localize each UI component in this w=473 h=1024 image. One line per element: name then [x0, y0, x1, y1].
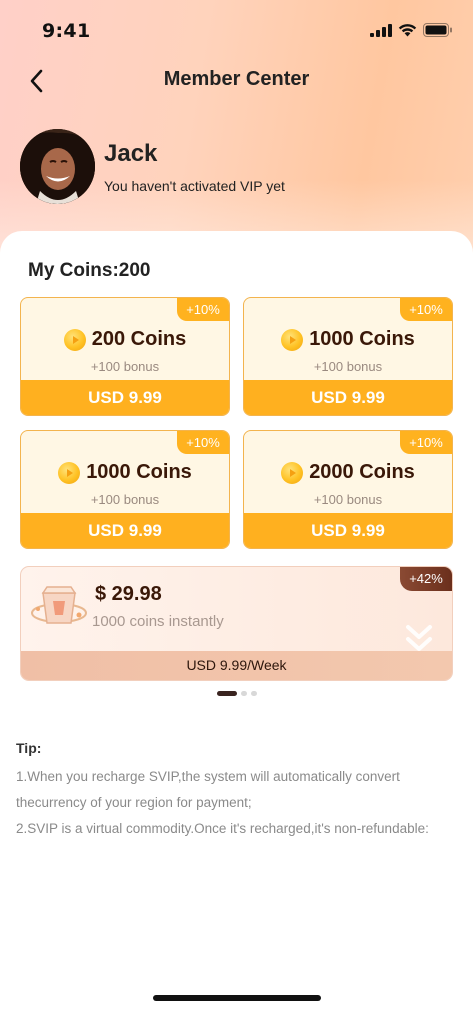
avatar [20, 129, 95, 204]
check-watermark-icon [406, 625, 432, 651]
coin-package[interactable]: +10% 200 Coins +100 bonus USD 9.99 [20, 297, 230, 416]
package-title-text: 1000 Coins [86, 461, 192, 483]
package-title: 1000 Coins [21, 461, 229, 484]
status-bar: 9:41 [0, 0, 473, 60]
weekly-subscribe-button[interactable]: USD 9.99/Week [21, 651, 452, 680]
coin-package[interactable]: +10% 1000 Coins +100 bonus USD 9.99 [243, 297, 453, 416]
package-bonus: +100 bonus [313, 359, 383, 374]
tip-line: thecurrency of your region for payment; [16, 795, 252, 810]
package-price-button[interactable]: USD 9.99 [244, 513, 452, 548]
discount-badge: +10% [177, 298, 229, 321]
weekly-description: 1000 coins instantly [92, 613, 224, 630]
tip-line: 2.SVIP is a virtual commodity.Once it's … [16, 821, 429, 836]
coin-package[interactable]: +10% 2000 Coins +100 bonus USD 9.99 [243, 430, 453, 549]
pagination-dot[interactable] [250, 691, 257, 696]
discount-badge: +10% [400, 298, 452, 321]
wifi-icon [398, 24, 417, 37]
coins-balance: My Coins:200 [28, 260, 151, 281]
discount-badge: +10% [400, 431, 452, 454]
discount-badge: +10% [177, 431, 229, 454]
coin-package[interactable]: +10% 1000 Coins +100 bonus USD 9.99 [20, 430, 230, 549]
vip-gift-icon [31, 586, 87, 624]
package-bonus: +100 bonus [313, 492, 383, 507]
weekly-price: $ 29.98 [95, 583, 162, 605]
package-bonus: +100 bonus [90, 359, 160, 374]
package-title-text: 200 Coins [91, 328, 187, 350]
package-bonus: +100 bonus [90, 492, 160, 507]
package-title: 2000 Coins [244, 461, 452, 484]
pagination-dot[interactable] [240, 691, 247, 696]
tip-title: Tip: [16, 740, 42, 756]
coin-icon [281, 461, 304, 484]
coin-icon [58, 461, 81, 484]
user-name: Jack [104, 140, 158, 167]
package-title-text: 1000 Coins [309, 328, 415, 350]
coin-icon [63, 328, 86, 351]
package-price-button[interactable]: USD 9.99 [21, 513, 229, 548]
status-time: 9:41 [42, 20, 91, 42]
package-title: 200 Coins [21, 328, 229, 351]
vip-status: You haven't activated VIP yet [104, 178, 285, 194]
battery-icon [423, 23, 452, 37]
package-title-text: 2000 Coins [309, 461, 415, 483]
weekly-discount-badge: +42% [400, 567, 452, 591]
status-icons [370, 22, 453, 38]
package-title: 1000 Coins [244, 328, 452, 351]
tip-line: 1.When you recharge SVIP,the system will… [16, 769, 400, 784]
page-title: Member Center [163, 68, 310, 90]
coin-icon [281, 328, 304, 351]
pagination-dots [0, 691, 473, 696]
home-indicator[interactable] [153, 995, 321, 1001]
package-price-button[interactable]: USD 9.99 [21, 380, 229, 415]
weekly-plan-card[interactable]: +42% $ 29.98 1000 coins instantly USD 9.… [20, 566, 453, 681]
pagination-dot-active[interactable] [216, 691, 237, 696]
package-price-button[interactable]: USD 9.99 [244, 380, 452, 415]
signal-icon [370, 23, 392, 37]
